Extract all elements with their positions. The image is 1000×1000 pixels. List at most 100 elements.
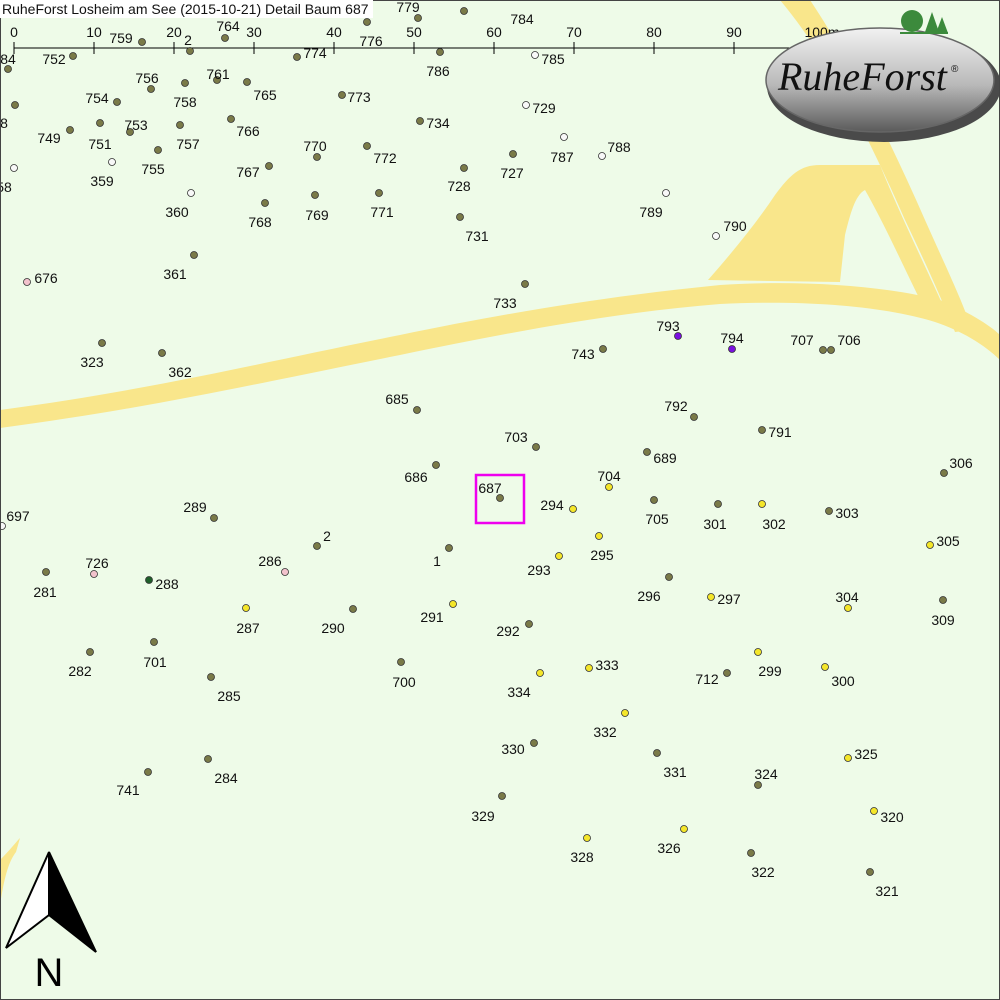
tree-point[interactable] [221, 34, 229, 42]
tree-point[interactable] [265, 162, 273, 170]
tree-point[interactable] [819, 346, 827, 354]
tree-point[interactable] [460, 7, 468, 15]
tree-point[interactable] [870, 807, 878, 815]
tree-point[interactable] [86, 648, 94, 656]
tree-point[interactable] [210, 514, 218, 522]
tree-point[interactable] [707, 593, 715, 601]
tree-point[interactable] [605, 483, 613, 491]
tree-point[interactable] [397, 658, 405, 666]
tree-point[interactable] [416, 117, 424, 125]
tree-point[interactable] [96, 119, 104, 127]
tree-point[interactable] [242, 604, 250, 612]
tree-point[interactable] [90, 570, 98, 578]
tree-point[interactable] [413, 406, 421, 414]
tree-point[interactable] [138, 38, 146, 46]
tree-point[interactable] [42, 568, 50, 576]
tree-point[interactable] [555, 552, 563, 560]
tree-point[interactable] [154, 146, 162, 154]
tree-point[interactable] [456, 213, 464, 221]
tree-point[interactable] [414, 14, 422, 22]
tree-point[interactable] [583, 834, 591, 842]
tree-point[interactable] [522, 101, 530, 109]
tree-point[interactable] [569, 505, 577, 513]
tree-point[interactable] [313, 542, 321, 550]
tree-point[interactable] [207, 673, 215, 681]
tree-point[interactable] [436, 48, 444, 56]
tree-point[interactable] [525, 620, 533, 628]
tree-point[interactable] [11, 101, 19, 109]
tree-point[interactable] [844, 754, 852, 762]
tree-point[interactable] [560, 133, 568, 141]
tree-point[interactable] [113, 98, 121, 106]
tree-point[interactable] [509, 150, 517, 158]
tree-point[interactable] [754, 781, 762, 789]
tree-point[interactable] [147, 85, 155, 93]
tree-point[interactable] [375, 189, 383, 197]
tree-point[interactable] [144, 768, 152, 776]
tree-point[interactable] [158, 349, 166, 357]
tree-point[interactable] [758, 426, 766, 434]
tree-point[interactable] [530, 739, 538, 747]
tree-point[interactable] [531, 51, 539, 59]
tree-point[interactable] [363, 142, 371, 150]
tree-point[interactable] [204, 755, 212, 763]
tree-point[interactable] [98, 339, 106, 347]
tree-point[interactable] [460, 164, 468, 172]
tree-point[interactable] [190, 251, 198, 259]
tree-point[interactable] [449, 600, 457, 608]
tree-point[interactable] [145, 576, 153, 584]
tree-point[interactable] [498, 792, 506, 800]
tree-point[interactable] [293, 53, 301, 61]
tree-point[interactable] [536, 669, 544, 677]
forest-map[interactable]: 0 10 20 30 40 50 60 70 80 90 100m 752 759 2 764 774 776… [0, 0, 1000, 1000]
tree-point[interactable] [621, 709, 629, 717]
tree-point[interactable] [281, 568, 289, 576]
tree-point[interactable] [69, 52, 77, 60]
tree-point[interactable] [866, 868, 874, 876]
tree-point[interactable] [723, 669, 731, 677]
tree-point[interactable] [311, 191, 319, 199]
tree-point[interactable] [521, 280, 529, 288]
tree-point[interactable] [844, 604, 852, 612]
tree-point[interactable] [940, 469, 948, 477]
tree-point[interactable] [187, 189, 195, 197]
tree-point[interactable] [338, 91, 346, 99]
tree-point[interactable] [261, 199, 269, 207]
tree-point[interactable] [108, 158, 116, 166]
tree-point[interactable] [585, 664, 593, 672]
tree-point[interactable] [176, 121, 184, 129]
tree-point[interactable] [432, 461, 440, 469]
tree-point[interactable] [599, 345, 607, 353]
tree-point[interactable] [827, 346, 835, 354]
tree-point[interactable] [728, 345, 736, 353]
tree-point[interactable] [313, 153, 321, 161]
tree-point[interactable] [595, 532, 603, 540]
tree-point[interactable] [680, 825, 688, 833]
tree-point[interactable] [227, 115, 235, 123]
tree-point[interactable] [23, 278, 31, 286]
tree-point[interactable] [532, 443, 540, 451]
tree-point[interactable] [66, 126, 74, 134]
tree-point[interactable] [363, 18, 371, 26]
tree-point[interactable] [643, 448, 651, 456]
tree-marker-761[interactable]: 761 [206, 66, 230, 84]
tree-point[interactable] [150, 638, 158, 646]
tree-point[interactable] [714, 500, 722, 508]
tree-point[interactable] [243, 78, 251, 86]
tree-point[interactable] [758, 500, 766, 508]
tree-point[interactable] [825, 507, 833, 515]
tree-point[interactable] [939, 596, 947, 604]
tree-marker-753[interactable]: 753 [124, 117, 148, 136]
tree-point[interactable] [650, 496, 658, 504]
tree-point[interactable] [665, 573, 673, 581]
tree-point[interactable] [747, 849, 755, 857]
tree-point[interactable] [349, 605, 357, 613]
tree-point[interactable] [445, 544, 453, 552]
tree-point[interactable] [662, 189, 670, 197]
map-canvas[interactable]: 0 10 20 30 40 50 60 70 80 90 100m 752759 2764774776… [0, 0, 1000, 1000]
tree-point[interactable] [598, 152, 606, 160]
tree-point[interactable] [821, 663, 829, 671]
tree-point[interactable] [186, 47, 194, 55]
tree-point[interactable] [10, 164, 18, 172]
tree-point[interactable] [754, 648, 762, 656]
